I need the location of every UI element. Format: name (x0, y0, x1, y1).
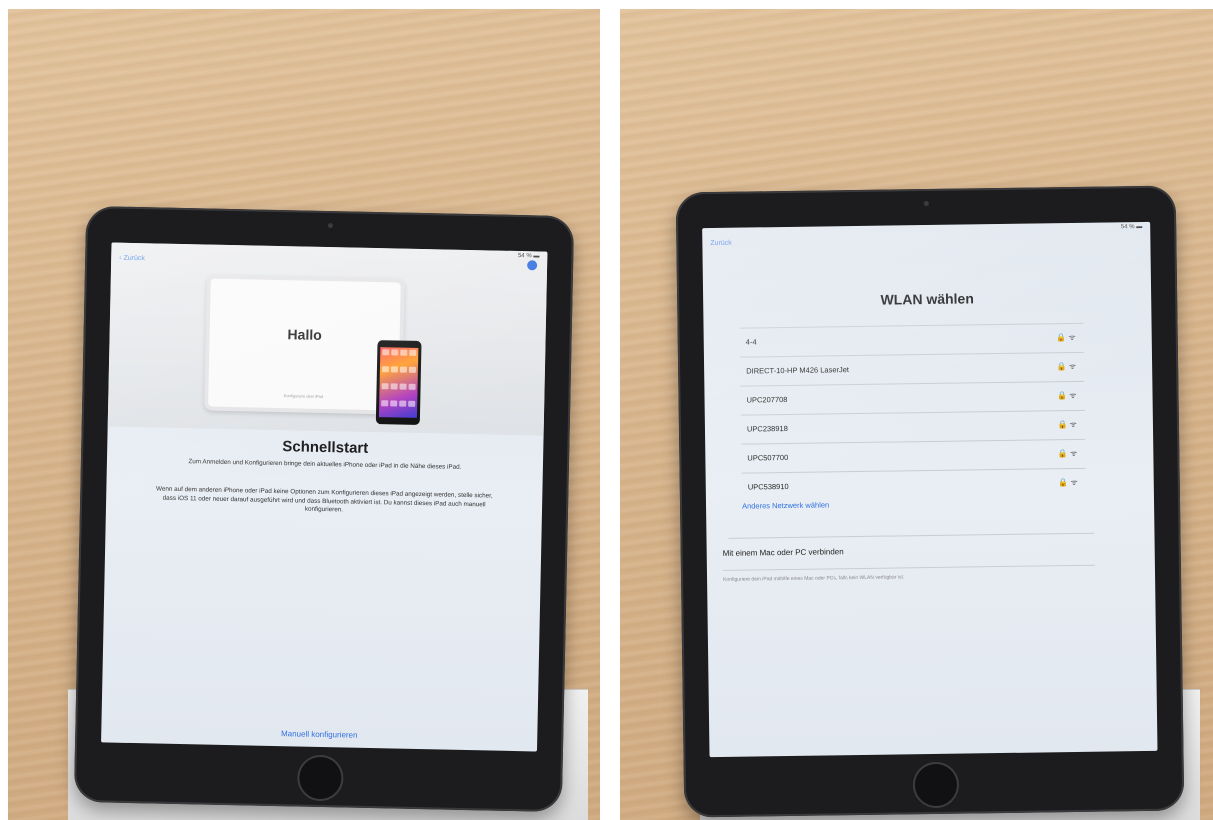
camera-icon (923, 200, 929, 207)
lock-wifi-icon: 🔒 ᯤ (1058, 477, 1078, 488)
network-name: 4-4 (745, 337, 757, 347)
instruction-text: Zum Anmelden und Konfigurieren bringe de… (188, 458, 462, 471)
status-bar: 54 % ▬ (517, 253, 540, 260)
manual-setup-button[interactable]: Manuell konfigurieren (101, 725, 537, 743)
iphone-home-screen (378, 347, 419, 418)
connect-computer-button[interactable]: Mit einem Mac oder PC verbinden (723, 547, 844, 558)
wifi-network-list: 4-4 🔒 ᯤ DIRECT-10-HP M426 LaserJet 🔒 ᯤ U… (739, 322, 1086, 502)
hero-title: Hallo (287, 326, 322, 343)
illustration-iphone (375, 340, 422, 425)
page-title: Schnellstart (282, 438, 369, 457)
divider (728, 532, 1095, 539)
lock-wifi-icon: 🔒 ᯤ (1056, 332, 1076, 343)
lock-wifi-icon: 🔒 ᯤ (1056, 361, 1077, 372)
divider (722, 564, 1095, 571)
help-text: Wenn auf dem anderen iPhone oder iPad ke… (155, 485, 493, 514)
right-photo: 54 % ▬ Zurück WLAN wählen 4-4 🔒 ᯤ DIRECT… (620, 9, 1213, 820)
left-photo: Hallo Konfiguriere dein iPad 54 % ▬ ‹ Zu… (8, 9, 600, 820)
lock-wifi-icon: 🔒 ᯤ (1056, 390, 1077, 401)
home-button-icon (912, 761, 960, 809)
camera-icon (327, 223, 333, 229)
page-title: WLAN wählen (880, 290, 974, 308)
ipad-device: Hallo Konfiguriere dein iPad 54 % ▬ ‹ Zu… (73, 205, 575, 813)
hero-illustration: Hallo Konfiguriere dein iPad (107, 242, 548, 436)
wifi-network-row[interactable]: UPC538910 🔒 ᯤ (741, 467, 1086, 502)
network-name: UPC207708 (746, 394, 788, 405)
ipad-screen: Hallo Konfiguriere dein iPad 54 % ▬ ‹ Zu… (101, 242, 548, 752)
hero-footnote: Konfiguriere dein iPad (283, 393, 324, 399)
network-name: UPC238918 (746, 423, 788, 434)
connect-computer-hint: Konfiguriere dein iPad mithilfe eines Ma… (723, 574, 905, 583)
illustration-ipad: Hallo Konfiguriere dein iPad (204, 274, 405, 415)
other-network-button[interactable]: Anderes Netzwerk wählen (742, 500, 829, 510)
lock-wifi-icon: 🔒 ᯤ (1057, 448, 1078, 459)
network-name: UPC538910 (747, 481, 789, 492)
network-name: UPC507700 (747, 452, 789, 463)
back-button[interactable]: ‹ Zurück (119, 255, 145, 263)
home-button-icon (296, 754, 344, 802)
lock-wifi-icon: 🔒 ᯤ (1057, 419, 1078, 430)
ipad-device: 54 % ▬ Zurück WLAN wählen 4-4 🔒 ᯤ DIRECT… (675, 185, 1185, 818)
ipad-screen: 54 % ▬ Zurück WLAN wählen 4-4 🔒 ᯤ DIRECT… (702, 221, 1158, 758)
network-name: DIRECT-10-HP M426 LaserJet (746, 365, 850, 376)
back-button[interactable]: Zurück (710, 240, 732, 247)
status-bar: 54 % ▬ (1120, 224, 1143, 231)
